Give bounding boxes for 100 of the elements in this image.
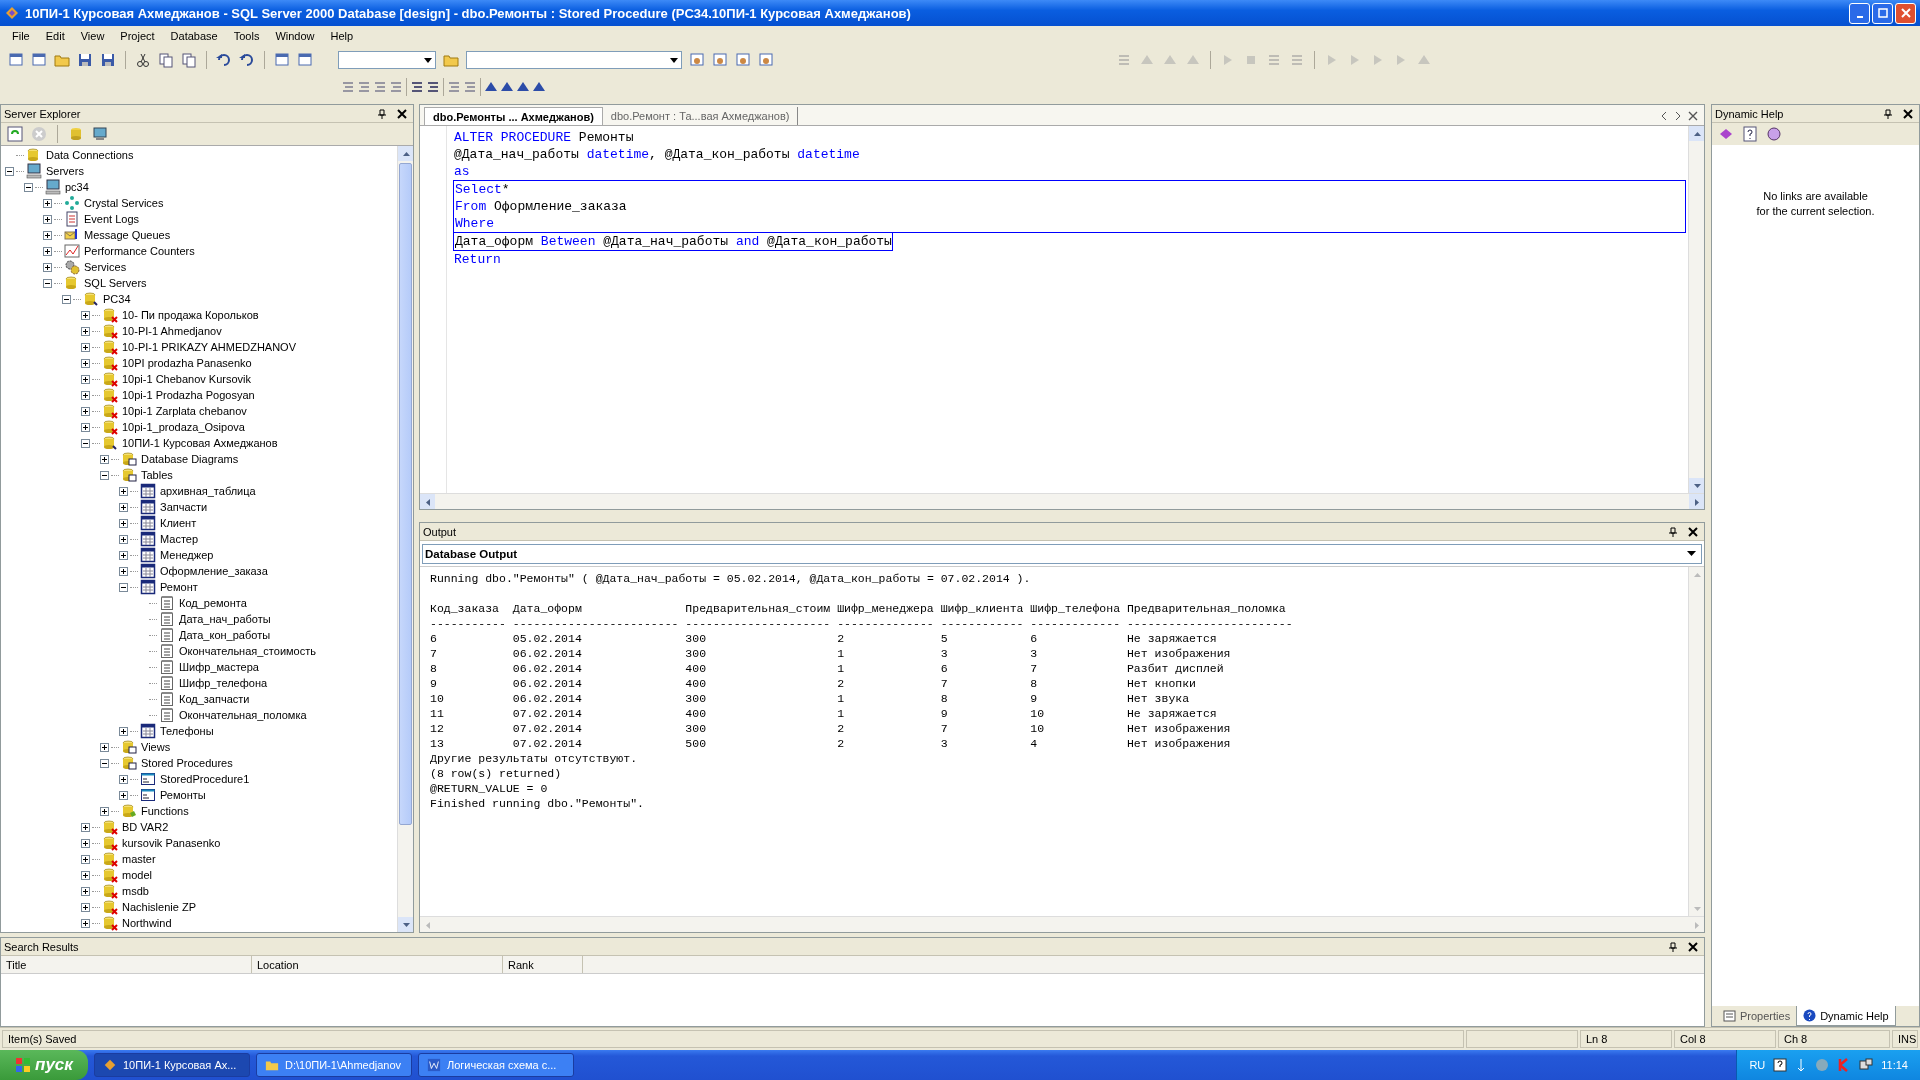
- tree-item[interactable]: Performance Counters: [84, 245, 195, 257]
- expander-icon[interactable]: [81, 902, 90, 912]
- tree-item[interactable]: Мастер: [160, 533, 199, 545]
- taskbar-item[interactable]: 10ПИ-1 Курсовая Ах...: [94, 1053, 250, 1077]
- tree-item[interactable]: Клиент: [160, 517, 197, 529]
- pin-icon[interactable]: [1668, 941, 1678, 952]
- expander-icon[interactable]: [100, 454, 109, 464]
- expander-icon[interactable]: [24, 182, 33, 192]
- copy-icon[interactable]: [158, 51, 174, 68]
- menu-item[interactable]: Help: [322, 30, 362, 42]
- expander-icon[interactable]: [81, 422, 90, 432]
- tree-item[interactable]: 10ПИ-1 Курсовая Ахмеджанов: [122, 437, 278, 449]
- diamond-icon[interactable]: [1718, 126, 1734, 142]
- expander-icon[interactable]: [43, 278, 52, 288]
- expander-icon[interactable]: [81, 358, 90, 368]
- expander-icon[interactable]: [81, 822, 90, 832]
- close-icon[interactable]: [1688, 941, 1698, 952]
- tree-item[interactable]: Views: [141, 741, 171, 753]
- tree-item[interactable]: Database Diagrams: [141, 453, 239, 465]
- column-header[interactable]: Location: [252, 956, 503, 973]
- menu-item[interactable]: Project: [112, 30, 163, 42]
- network-icon[interactable]: [1859, 1058, 1874, 1072]
- tree-item[interactable]: Запчасти: [160, 501, 208, 513]
- panel-tab[interactable]: Dynamic Help: [1796, 1006, 1896, 1026]
- scroll-up-icon[interactable]: [401, 149, 410, 158]
- tree-item[interactable]: Шифр_телефона: [179, 677, 268, 689]
- refresh-icon[interactable]: [7, 126, 23, 142]
- window-icon[interactable]: [8, 51, 24, 68]
- tree-item[interactable]: master: [122, 853, 156, 865]
- tree-item[interactable]: Оформление_заказа: [160, 565, 268, 577]
- close-button[interactable]: [1895, 2, 1916, 24]
- tree-item[interactable]: 10pi-1 Prodazha Pogosyan: [122, 389, 255, 401]
- menu-item[interactable]: Tools: [225, 30, 268, 42]
- scrollbar[interactable]: [1688, 126, 1704, 493]
- tree-item[interactable]: kursovik Panasenko: [122, 837, 221, 849]
- expander-icon[interactable]: [43, 198, 52, 208]
- expander-icon[interactable]: [81, 310, 90, 320]
- expander-icon[interactable]: [100, 806, 109, 816]
- expander-icon[interactable]: [81, 374, 90, 384]
- scrollbar[interactable]: [420, 493, 1704, 509]
- window-icon[interactable]: [758, 51, 774, 68]
- window-icon[interactable]: [735, 51, 751, 68]
- expander-icon[interactable]: [81, 438, 90, 448]
- tree-item[interactable]: Servers: [46, 165, 84, 177]
- expander-icon[interactable]: [119, 582, 128, 592]
- tree-item[interactable]: архивная_таблица: [160, 485, 256, 497]
- tree-item[interactable]: Окончательная_стоимость: [179, 645, 316, 657]
- tree-item[interactable]: 10- Пи продажа Корольков: [122, 309, 259, 321]
- tree-item[interactable]: Шифр_мастера: [179, 661, 259, 673]
- save-all-icon[interactable]: [100, 51, 116, 68]
- expander-icon[interactable]: [62, 294, 71, 304]
- scroll-right-icon[interactable]: [1692, 497, 1701, 506]
- expander-icon[interactable]: [119, 774, 128, 784]
- tree-item[interactable]: SQL Servers: [84, 277, 147, 289]
- close-icon[interactable]: [397, 108, 407, 119]
- pin-icon[interactable]: [377, 108, 387, 119]
- window-icon[interactable]: [689, 51, 705, 68]
- expander-icon[interactable]: [81, 918, 90, 928]
- maximize-button[interactable]: [1872, 2, 1893, 24]
- expander-icon[interactable]: [100, 758, 109, 768]
- tree-item[interactable]: PC34: [103, 293, 131, 305]
- menu-item[interactable]: Database: [162, 30, 226, 42]
- help-icon[interactable]: [1773, 1058, 1788, 1072]
- expander-icon[interactable]: [81, 390, 90, 400]
- scrollbar[interactable]: [397, 146, 413, 932]
- computer-icon[interactable]: [92, 126, 108, 142]
- window-icon[interactable]: [297, 51, 313, 68]
- expander-icon[interactable]: [81, 838, 90, 848]
- tree-item[interactable]: 10pi-1 Chebanov Kursovik: [122, 373, 252, 385]
- window-icon[interactable]: [712, 51, 728, 68]
- scroll-right-icon[interactable]: [1674, 111, 1682, 121]
- column-header[interactable]: Title: [1, 956, 252, 973]
- menu-item[interactable]: File: [4, 30, 38, 42]
- close-icon[interactable]: [1688, 111, 1698, 121]
- expander-icon[interactable]: [119, 726, 128, 736]
- dropdown-field[interactable]: [338, 50, 436, 69]
- scroll-down-icon[interactable]: [401, 920, 410, 929]
- tree-item[interactable]: Data Connections: [46, 149, 134, 161]
- close-icon[interactable]: [1903, 108, 1913, 119]
- tree-item[interactable]: Crystal Services: [84, 197, 164, 209]
- window-icon[interactable]: [31, 51, 47, 68]
- scroll-left-icon[interactable]: [1660, 111, 1668, 121]
- expander-icon[interactable]: [100, 470, 109, 480]
- expander-icon[interactable]: [119, 534, 128, 544]
- tree-item[interactable]: Окончательная_поломка: [179, 709, 307, 721]
- circle-icon[interactable]: [1766, 126, 1782, 142]
- expander-icon[interactable]: [81, 886, 90, 896]
- expander-icon[interactable]: [119, 518, 128, 528]
- cut-icon[interactable]: [135, 51, 151, 68]
- menu-item[interactable]: Edit: [37, 30, 73, 42]
- tree-item[interactable]: model: [122, 869, 152, 881]
- column-header[interactable]: Rank: [503, 956, 583, 973]
- tree-item[interactable]: Код_ремонта: [179, 597, 247, 609]
- tree-item[interactable]: 10pi-1_prodaza_Osipova: [122, 421, 245, 433]
- help-icon[interactable]: [1742, 126, 1758, 142]
- expander-icon[interactable]: [119, 502, 128, 512]
- expander-icon[interactable]: [81, 326, 90, 336]
- taskbar-item[interactable]: Логическая схема с...: [418, 1053, 574, 1077]
- tree-item[interactable]: msdb: [122, 885, 149, 897]
- tree-item[interactable]: pc34: [65, 181, 89, 193]
